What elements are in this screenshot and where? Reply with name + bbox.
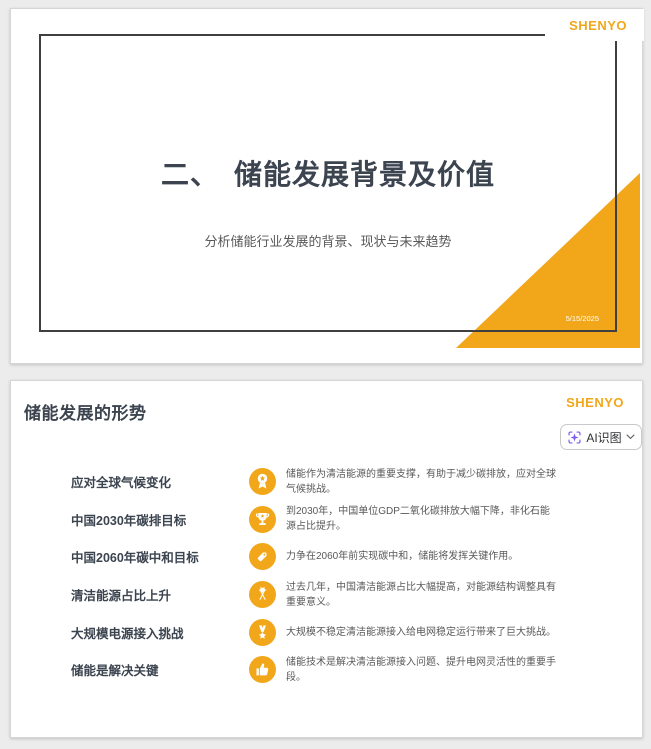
list-item: 中国2030年碳排目标 到2030年，中国单位GDP二氧化碳排放大幅下降，非化石… xyxy=(11,501,642,539)
medal-star-icon xyxy=(249,618,276,646)
item-label: 储能是解决关键 xyxy=(71,664,159,679)
chevron-down-icon xyxy=(626,434,635,440)
brand-logo-container: SHENYO xyxy=(545,9,644,41)
item-description: 过去几年，中国清洁能源占比大幅提高，对能源结构调整具有重要意义。 xyxy=(286,581,556,608)
slide-1-title-slide[interactable]: 5/15/2025 SHENYO 二、 储能发展背景及价值 分析储能行业发展的背… xyxy=(10,8,644,364)
item-description: 储能作为清洁能源的重要支撑，有助于减少碳排放，应对全球气候挑战。 xyxy=(286,468,556,495)
slide-title: 二、 储能发展背景及价值 xyxy=(160,159,495,190)
list-item: 储能是解决关键 储能技术是解决清洁能源接入问题、提升电网灵活性的重要手段。 xyxy=(11,651,642,689)
item-label: 清洁能源占比上升 xyxy=(71,589,172,604)
slide-2-content-slide[interactable]: 储能发展的形势 SHENYO AI识图 应对全球气候变化 储能作为清洁能源的重要… xyxy=(10,380,643,738)
ai-recognize-button[interactable]: AI识图 xyxy=(560,424,642,450)
brand-logo: SHENYO xyxy=(566,395,624,410)
item-label: 中国2060年碳中和目标 xyxy=(71,551,199,566)
award-ribbon-icon xyxy=(249,468,276,496)
list-item: 大规模电源接入挑战 大规模不稳定清洁能源接入给电网稳定运行带来了巨大挑战。 xyxy=(11,613,642,651)
item-label: 中国2030年碳排目标 xyxy=(71,513,187,528)
ai-button-label: AI识图 xyxy=(586,430,622,445)
trophy-icon xyxy=(249,505,276,533)
list-item: 清洁能源占比上升 过去几年，中国清洁能源占比大幅提高，对能源结构调整具有重要意义… xyxy=(11,576,642,614)
page-title: 储能发展的形势 xyxy=(24,404,147,423)
list-item: 应对全球气候变化 储能作为清洁能源的重要支撑，有助于减少碳排放，应对全球气候挑战… xyxy=(11,463,642,501)
item-label: 应对全球气候变化 xyxy=(71,476,172,491)
item-description: 力争在2060年前实现碳中和，储能将发挥关键作用。 xyxy=(286,551,519,563)
crossed-flags-icon xyxy=(249,581,276,609)
item-description: 大规模不稳定清洁能源接入给电网稳定运行带来了巨大挑战。 xyxy=(286,626,556,638)
feature-list: 应对全球气候变化 储能作为清洁能源的重要支撑，有助于减少碳排放，应对全球气候挑战… xyxy=(11,463,642,689)
item-description: 储能技术是解决清洁能源接入问题、提升电网灵活性的重要手段。 xyxy=(286,656,556,683)
thumbs-up-icon xyxy=(249,656,276,684)
tag-icon xyxy=(249,543,276,571)
item-label: 大规模电源接入挑战 xyxy=(71,626,184,641)
slide-subtitle: 分析储能行业发展的背景、现状与未来趋势 xyxy=(204,234,452,249)
list-item: 中国2060年碳中和目标 力争在2060年前实现碳中和，储能将发挥关键作用。 xyxy=(11,538,642,576)
brand-logo: SHENYO xyxy=(569,17,627,33)
item-description: 到2030年，中国单位GDP二氧化碳排放大幅下降，非化石能源占比提升。 xyxy=(286,506,550,533)
ai-scan-sparkle-icon xyxy=(567,430,582,445)
